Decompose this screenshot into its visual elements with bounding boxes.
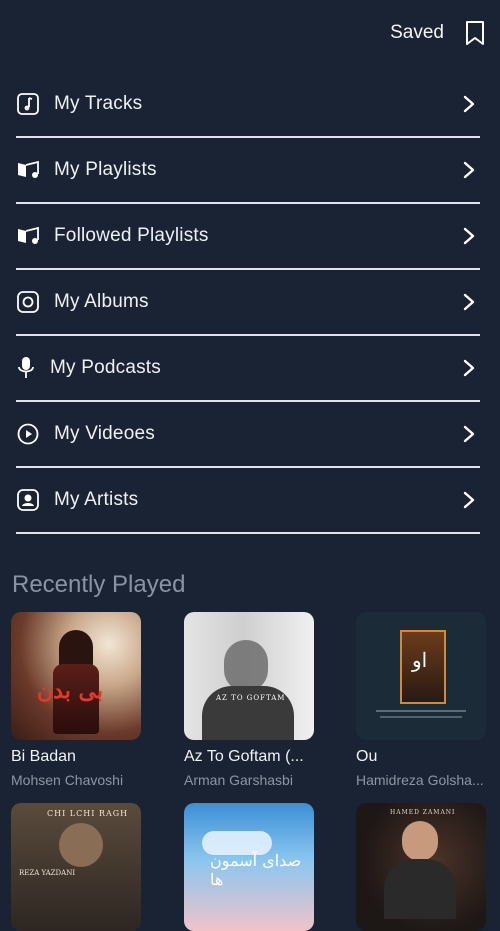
cover-image: CHI LCHI RAGH REZA YAZDANI (11, 803, 141, 931)
cover-text: او (412, 648, 428, 672)
library-menu: My Tracks My Playlists Followed Playlist… (16, 72, 480, 534)
menu-item-my-videos[interactable]: My Videoes (16, 402, 480, 468)
menu-item-my-playlists[interactable]: My Playlists (16, 138, 480, 204)
menu-label: My Tracks (54, 93, 143, 114)
menu-item-my-podcasts[interactable]: My Podcasts (16, 336, 480, 402)
cover-image: AZ TO GOFTAM (184, 612, 314, 740)
bookmark-icon[interactable] (464, 20, 486, 46)
track-card[interactable]: بی بدن Bi Badan Mohsen Chavoshi (11, 612, 141, 788)
album-icon (16, 290, 40, 314)
menu-label: My Artists (54, 489, 139, 510)
recently-played-title: Recently Played (12, 571, 186, 598)
track-artist[interactable]: Arman Garshasbi (184, 772, 314, 788)
menu-item-my-albums[interactable]: My Albums (16, 270, 480, 336)
track-artist[interactable]: Hamidreza Golsha... (356, 772, 486, 788)
menu-item-my-tracks[interactable]: My Tracks (16, 72, 480, 138)
chevron-right-icon (463, 425, 475, 443)
track-title: Ou (356, 748, 378, 765)
chevron-right-icon (463, 491, 475, 509)
play-circle-icon (16, 422, 40, 446)
playlist-icon (16, 224, 40, 248)
menu-label: My Videoes (54, 423, 155, 444)
chevron-right-icon (463, 161, 475, 179)
menu-item-my-artists[interactable]: My Artists (16, 468, 480, 534)
cover-text: صدای آسمون ها (210, 851, 302, 889)
microphone-icon (16, 356, 36, 380)
saved-label[interactable]: Saved (390, 22, 444, 44)
cover-text: CHI LCHI RAGH (47, 809, 129, 818)
artist-icon (16, 488, 40, 512)
menu-label: My Albums (54, 291, 149, 312)
chevron-right-icon (463, 359, 475, 377)
cover-image: HAMED ZAMANI (356, 803, 486, 931)
chevron-right-icon (463, 293, 475, 311)
track-card[interactable]: صدای آسمون ها (184, 803, 314, 931)
menu-label: My Podcasts (50, 357, 161, 378)
track-card[interactable]: او Ou Hamidreza Golsha... (356, 612, 486, 788)
track-artist[interactable]: Mohsen Chavoshi (11, 772, 141, 788)
track-card[interactable]: AZ TO GOFTAM Az To Goftam (... Arman Gar… (184, 612, 314, 788)
cover-image: بی بدن (11, 612, 141, 740)
cover-image: صدای آسمون ها (184, 803, 314, 931)
playlist-icon (16, 158, 40, 182)
chevron-right-icon (463, 95, 475, 113)
cover-text: AZ TO GOFTAM (216, 694, 286, 702)
track-title: Bi Badan (11, 748, 76, 765)
track-card[interactable]: CHI LCHI RAGH REZA YAZDANI (11, 803, 141, 931)
cover-image: او (356, 612, 486, 740)
music-note-icon (16, 92, 40, 116)
cover-text: HAMED ZAMANI (390, 809, 456, 816)
header: Saved (0, 0, 500, 66)
menu-item-followed-playlists[interactable]: Followed Playlists (16, 204, 480, 270)
chevron-right-icon (463, 227, 475, 245)
track-card[interactable]: HAMED ZAMANI (356, 803, 486, 931)
cover-text: بی بدن (37, 678, 103, 704)
cover-subtext: REZA YAZDANI (19, 869, 76, 877)
track-title: Az To Goftam (... (184, 748, 304, 765)
menu-label: Followed Playlists (54, 225, 209, 246)
menu-label: My Playlists (54, 159, 157, 180)
